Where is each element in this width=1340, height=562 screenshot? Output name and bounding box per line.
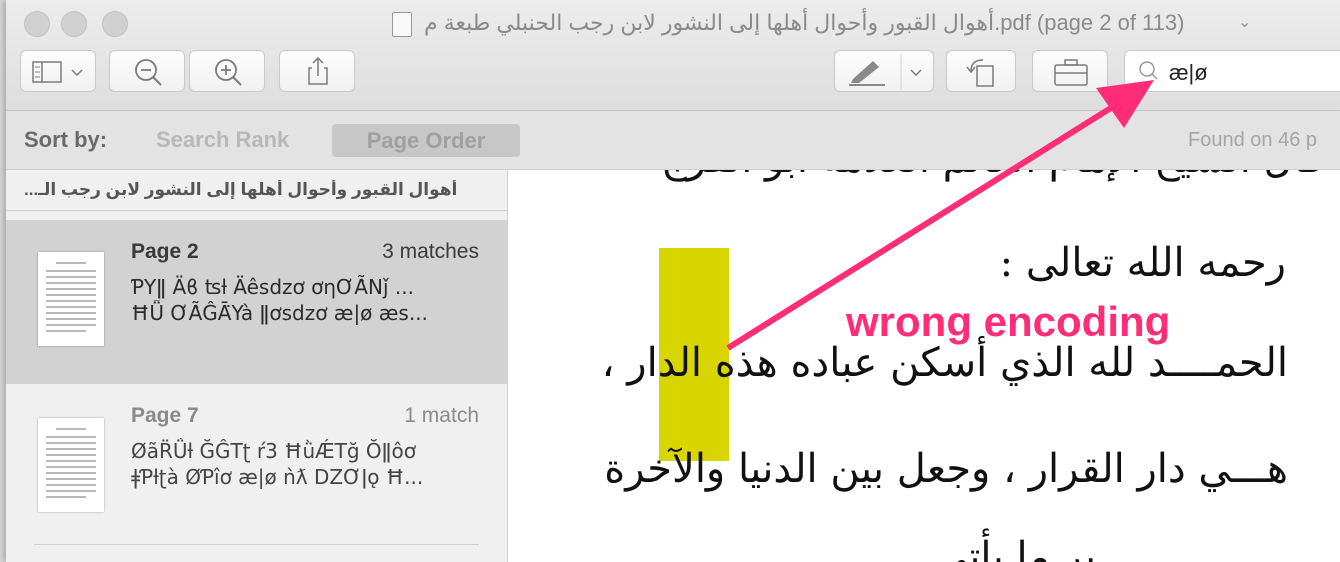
title-menu-chevron-icon[interactable]: ⌄: [1238, 12, 1251, 32]
result-snippet-line-1: ƤYǁ Äϐ ʦƚ Äêsdzơ ơƞƠÃ̀Nǰ ...: [131, 275, 414, 299]
zoom-in-button[interactable]: [189, 50, 265, 92]
zoom-window-button[interactable]: [102, 11, 128, 37]
minimize-window-button[interactable]: [61, 11, 87, 37]
page-thumbnail: [38, 252, 104, 346]
document-title-header: أهوال القبور وأحوال أهلها إلى النشور لاب…: [24, 180, 458, 199]
search-results-sidebar[interactable]: أهوال القبور وأحوال أهلها إلى النشور لاب…: [6, 170, 508, 562]
sidebar-toggle-button[interactable]: [20, 50, 96, 92]
annotation-label: wrong encoding: [846, 298, 1171, 345]
result-page-label: Page 7: [131, 404, 199, 427]
pdf-page-view[interactable]: قال الشيخ الإمام العالم العلامة أبو الفر…: [508, 170, 1340, 562]
result-snippet-line-1: ØãR̈Ǘƚ ĞĜTʈ ŕ3 ĦǜǼTğ Ŏǁôơ: [131, 439, 416, 463]
markup-button[interactable]: [834, 50, 934, 92]
zoom-out-button[interactable]: [109, 50, 185, 92]
document-text-line: رحمه الله تعالى :: [999, 240, 1286, 286]
result-snippet-line-2: ǂƤƚʈà ØƤîơ æ|ø ǹƛ DZƠǀǫ Ħ...: [131, 465, 424, 489]
search-sort-bar: Sort by: Search Rank Page Order Found on…: [6, 111, 1340, 170]
document-text-line: هـــي دار القرار ، وجعل بين الدنيا والآخ…: [604, 446, 1288, 492]
result-match-count: 1 match: [404, 404, 479, 427]
divider: [34, 544, 479, 545]
result-snippet-line-2: ĦǕ ƠÃ̀ĜĀ̈Yà ǁơsdzơ æ|ø æs...: [131, 301, 428, 325]
document-text-line: بر ما يأتي: [935, 534, 1096, 562]
markup-pen-icon: [849, 55, 922, 89]
toolbox-icon: [1054, 59, 1088, 86]
title-bar: أهوال القبور وأحوال أهلها إلى النشور لاب…: [6, 0, 1340, 111]
rotate-icon: [966, 59, 994, 87]
page-thumbnail: [38, 418, 104, 512]
pdf-document-icon: [392, 12, 412, 37]
sort-by-label: Sort by:: [24, 127, 108, 152]
toolbox-button[interactable]: [1032, 50, 1108, 92]
share-icon: [308, 56, 328, 85]
document-text-line: الحمــــد لله الذي أسكن عباده هذه الدار …: [601, 340, 1288, 386]
sort-search-rank-button[interactable]: Search Rank: [156, 127, 289, 153]
preview-window: أهوال القبور وأحوال أهلها إلى النشور لاب…: [6, 0, 1340, 562]
search-field[interactable]: æ|ø: [1124, 50, 1340, 92]
window-title: أهوال القبور وأحوال أهلها إلى النشور لاب…: [424, 10, 1185, 35]
search-result-item[interactable]: Page 2 3 matches ƤYǁ Äϐ ʦƚ Äêsdzơ ơƞƠÃ̀N…: [6, 220, 507, 384]
result-match-count: 3 matches: [382, 240, 479, 263]
search-result-item[interactable]: Page 7 1 match ØãR̈Ǘƚ ĞĜTʈ ŕ3 ĦǜǼTğ Ŏǁôơ…: [6, 384, 507, 548]
search-input[interactable]: æ|ø: [1169, 60, 1208, 86]
sidebar-icon: [32, 61, 83, 83]
zoom-out-icon: [135, 59, 162, 86]
share-button[interactable]: [279, 50, 355, 92]
sort-page-order-button[interactable]: Page Order: [332, 124, 520, 157]
close-window-button[interactable]: [24, 11, 50, 37]
result-page-label: Page 2: [131, 240, 199, 263]
search-icon: [1139, 61, 1158, 80]
rotate-button[interactable]: [946, 50, 1016, 92]
found-pages-count: Found on 46 p: [1188, 129, 1317, 151]
divider: [6, 210, 507, 211]
document-text-line: قال الشيخ الإمام العالم العلامة أبو الفر…: [661, 170, 1324, 182]
zoom-in-icon: [215, 59, 242, 86]
